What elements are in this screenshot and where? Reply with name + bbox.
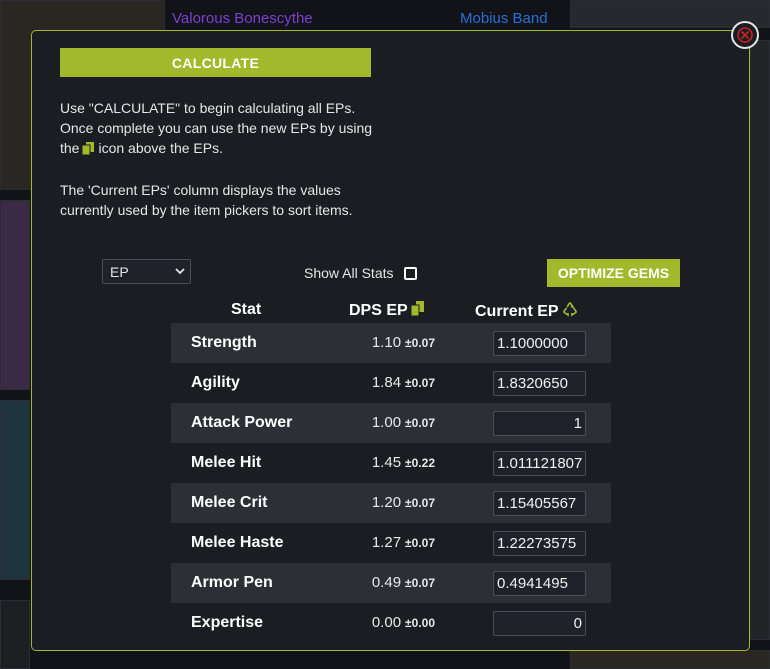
dps-error: ±0.07 bbox=[405, 496, 435, 510]
dps-error: ±0.07 bbox=[405, 416, 435, 430]
dps-ep-value: 0.00 ±0.00 bbox=[372, 603, 435, 643]
bg-tile bbox=[750, 40, 770, 640]
ep-weights-modal: CALCULATE Use "CALCULATE" to begin calcu… bbox=[31, 30, 750, 651]
show-all-label: Show All Stats bbox=[304, 265, 394, 281]
stat-name: Melee Crit bbox=[191, 494, 268, 511]
info-paragraph: Use "CALCULATE" to begin calculating all… bbox=[60, 98, 380, 160]
info-paragraph: The 'Current EPs' column displays the va… bbox=[60, 182, 353, 218]
dps-ep-value: 1.45 ±0.22 bbox=[372, 443, 435, 483]
optimize-gems-button[interactable]: OPTIMIZE GEMS bbox=[547, 259, 680, 287]
copy-icon[interactable] bbox=[410, 301, 425, 321]
bg-tile bbox=[570, 650, 770, 669]
recycle-icon[interactable] bbox=[562, 301, 578, 322]
info-text: Use "CALCULATE" to begin calculating all… bbox=[60, 98, 380, 220]
current-ep-input[interactable]: 1 bbox=[493, 411, 586, 436]
bg-tile bbox=[0, 200, 30, 390]
header-dps-ep: DPS EP bbox=[349, 301, 425, 321]
bg-tile bbox=[0, 600, 30, 669]
table-header: Stat DPS EP Current EP bbox=[171, 301, 611, 323]
dps-error: ±0.22 bbox=[405, 456, 435, 470]
bg-item-name[interactable]: Valorous Bonescythe bbox=[172, 10, 313, 27]
copy-icon bbox=[81, 140, 95, 160]
dps-ep-value: 1.27 ±0.07 bbox=[372, 523, 435, 563]
dps-ep-value: 1.10 ±0.07 bbox=[372, 323, 435, 363]
header-current-ep: Current EP bbox=[475, 301, 578, 322]
calculate-button[interactable]: CALCULATE bbox=[60, 48, 371, 77]
current-ep-input[interactable]: 1.8320650 bbox=[493, 371, 586, 396]
dps-value: 0.00 bbox=[371, 614, 402, 631]
show-all-stats: Show All Stats bbox=[304, 263, 417, 283]
table-row: Melee Crit 1.20 ±0.07 1.15405567 bbox=[171, 483, 611, 523]
dps-value: 0.49 bbox=[371, 574, 402, 591]
dps-error: ±0.07 bbox=[405, 536, 435, 550]
dps-error: ±0.07 bbox=[405, 576, 435, 590]
dps-value: 1.27 bbox=[371, 534, 402, 551]
dps-error: ±0.00 bbox=[405, 616, 435, 630]
current-ep-input[interactable]: 1.22273575 bbox=[493, 531, 586, 556]
header-current-label: Current EP bbox=[475, 302, 559, 320]
header-dps-label: DPS EP bbox=[349, 302, 408, 319]
current-ep-input[interactable]: 0.4941495 bbox=[493, 571, 586, 596]
current-ep-input[interactable]: 0 bbox=[493, 611, 586, 636]
dps-error: ±0.07 bbox=[405, 376, 435, 390]
dps-ep-value: 0.49 ±0.07 bbox=[372, 563, 435, 603]
bg-item-name[interactable]: Mobius Band bbox=[460, 10, 548, 27]
table-row: Expertise 0.00 ±0.00 0 bbox=[171, 603, 611, 643]
dps-ep-value: 1.20 ±0.07 bbox=[372, 483, 435, 523]
dps-ep-value: 1.84 ±0.07 bbox=[372, 363, 435, 403]
stat-name: Attack Power bbox=[191, 414, 293, 431]
stat-name: Melee Haste bbox=[191, 534, 284, 551]
close-button[interactable] bbox=[731, 21, 759, 49]
dps-value: 1.00 bbox=[371, 414, 402, 431]
chevron-down-icon bbox=[175, 268, 185, 275]
close-icon bbox=[737, 27, 753, 43]
table-row: Melee Hit 1.45 ±0.22 1.011121807 bbox=[171, 443, 611, 483]
table-row: Agility 1.84 ±0.07 1.8320650 bbox=[171, 363, 611, 403]
header-stat-label: Stat bbox=[231, 301, 262, 318]
stat-name: Expertise bbox=[191, 614, 264, 631]
table-row: Strength 1.10 ±0.07 1.1000000 bbox=[171, 323, 611, 363]
stat-name: Agility bbox=[191, 374, 240, 391]
table-row: Melee Haste 1.27 ±0.07 1.22273575 bbox=[171, 523, 611, 563]
ep-type-select[interactable]: EP bbox=[102, 259, 191, 284]
show-all-checkbox[interactable] bbox=[403, 266, 417, 280]
ep-select-value: EP bbox=[110, 263, 129, 280]
current-ep-input[interactable]: 1.1000000 bbox=[493, 331, 586, 356]
current-ep-input[interactable]: 1.15405567 bbox=[493, 491, 586, 516]
stat-name: Strength bbox=[191, 334, 257, 351]
dps-value: 1.84 bbox=[371, 374, 402, 391]
stat-name: Melee Hit bbox=[191, 454, 262, 471]
header-stat: Stat bbox=[231, 301, 261, 319]
dps-ep-value: 1.00 ±0.07 bbox=[372, 403, 435, 443]
bg-tile bbox=[0, 400, 30, 580]
stats-table: Strength 1.10 ±0.07 1.1000000 Agility 1.8… bbox=[171, 323, 611, 643]
table-row: Armor Pen 0.49 ±0.07 0.4941495 bbox=[171, 563, 611, 603]
current-ep-input[interactable]: 1.011121807 bbox=[493, 451, 586, 476]
table-row: Attack Power 1.00 ±0.07 1 bbox=[171, 403, 611, 443]
info-text-part: icon above the EPs. bbox=[98, 140, 223, 156]
dps-error: ±0.07 bbox=[405, 336, 435, 350]
dps-value: 1.20 bbox=[371, 494, 402, 511]
dps-value: 1.10 bbox=[371, 334, 402, 351]
dps-value: 1.45 bbox=[371, 454, 402, 471]
stat-name: Armor Pen bbox=[191, 574, 273, 591]
